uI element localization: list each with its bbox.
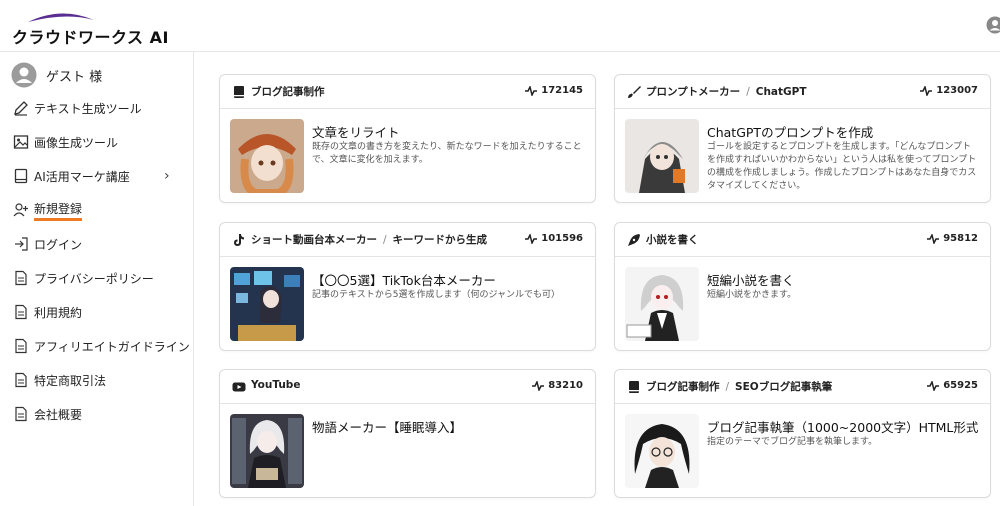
tool-card-short-novel[interactable]: 小説を書く 95812 短編小説を書く 短編小説をかきます。 xyxy=(614,222,991,351)
card-category: 小説を書く xyxy=(646,234,699,246)
sidebar-item-label: プライバシーポリシー xyxy=(34,271,154,286)
document-icon xyxy=(12,303,30,321)
card-title: ブログ記事執筆（1000~2000文字）HTML形式 xyxy=(707,420,979,435)
usage-count: 123007 xyxy=(936,85,978,96)
separator: / xyxy=(383,234,387,246)
card-header: プロンプトメーカー / ChatGPT 123007 xyxy=(615,75,990,109)
card-description: 指定のテーマでブログ記事を執筆します。 xyxy=(707,437,878,447)
book-icon xyxy=(234,86,244,98)
tool-card-chatgpt-prompt[interactable]: プロンプトメーカー / ChatGPT 123007 ChatGPTのプロンプトを作… xyxy=(614,74,991,203)
user-plus-icon xyxy=(12,201,30,219)
card-description: 短編小説をかきます。 xyxy=(707,290,797,300)
card-description: ゴールを設定するとプロンプトを生成します。「どんなプロンプトを作成すればいいかわ… xyxy=(707,142,977,191)
sidebar-item-register[interactable]: 新規登録 xyxy=(0,195,194,225)
usage-count: 95812 xyxy=(943,233,978,244)
sidebar-item-label: テキスト生成ツール xyxy=(34,101,142,116)
usage-count: 172145 xyxy=(541,85,583,96)
sidebar-item-commerce-law[interactable]: 特定商取引法 xyxy=(0,365,194,395)
top-bar: クラウドワークス AI xyxy=(0,0,1000,52)
sidebar-item-label: アフィリエイトガイドライン xyxy=(34,339,190,354)
card-category: ショート動画台本メーカー xyxy=(251,234,377,246)
document-icon xyxy=(12,337,30,355)
pen-icon xyxy=(12,99,30,117)
card-header: YouTube 83210 xyxy=(220,370,595,404)
document-icon xyxy=(12,371,30,389)
card-description: 記事のテキストから5選を作成します（何のジャンルでも可） xyxy=(312,290,561,300)
tool-card-rewrite[interactable]: ブログ記事制作 172145 文章をリライト 既存の文章の書き方を変えたり、新た… xyxy=(219,74,596,203)
separator: / xyxy=(725,381,730,393)
activity-icon xyxy=(525,85,538,96)
card-title: 【〇〇5選】TikTok台本メーカー xyxy=(312,273,496,288)
card-thumbnail xyxy=(625,267,699,341)
tool-card-tiktok-script[interactable]: ショート動画台本メーカー / キーワードから生成 101596 【〇〇5選】TikT… xyxy=(219,222,596,351)
sidebar-item-label: 会社概要 xyxy=(34,407,83,422)
card-header: 小説を書く 95812 xyxy=(615,223,990,257)
tiktok-icon xyxy=(234,234,244,246)
card-thumbnail xyxy=(230,119,304,193)
activity-icon xyxy=(927,233,940,244)
card-description: 既存の文章の書き方を変えたり、新たなワードを加えたりすることで、文章に変化を加え… xyxy=(312,142,582,165)
tool-card-story-maker[interactable]: YouTube 83210 物語メーカー【睡眠導入】 xyxy=(219,369,596,498)
sidebar-item-label: AI活用マーケ講座 xyxy=(34,169,130,184)
card-subcategory: キーワードから生成 xyxy=(392,234,488,246)
logo-text: クラウドワークス AI xyxy=(12,28,169,47)
card-header: ショート動画台本メーカー / キーワードから生成 101596 xyxy=(220,223,595,257)
card-category: プロンプトメーカー xyxy=(646,86,741,98)
login-icon xyxy=(12,235,30,253)
sidebar-item-label: 新規登録 xyxy=(34,200,83,221)
card-subcategory: SEOブログ記事執筆 xyxy=(735,381,833,393)
card-thumbnail xyxy=(230,267,304,341)
pen-nib-icon xyxy=(628,234,640,246)
document-icon xyxy=(12,405,30,423)
card-title: 物語メーカー【睡眠導入】 xyxy=(312,420,463,435)
card-category: YouTube xyxy=(251,379,301,391)
user-avatar-icon xyxy=(11,62,37,88)
activity-icon xyxy=(920,85,933,96)
sidebar-item-image-tool[interactable]: 画像生成ツール xyxy=(0,127,194,157)
sidebar-user-label: ゲスト 様 xyxy=(46,69,103,85)
card-thumbnail xyxy=(625,119,699,193)
sidebar-user[interactable]: ゲスト 様 xyxy=(0,60,194,90)
card-category: ブログ記事制作 xyxy=(646,381,720,393)
card-title: 短編小説を書く xyxy=(707,273,795,288)
tool-card-blog-html[interactable]: ブログ記事制作 / SEOブログ記事執筆 65925 ブログ記事執筆（1000~20… xyxy=(614,369,991,498)
sidebar-item-affiliate[interactable]: アフィリエイトガイドライン xyxy=(0,331,194,361)
activity-icon xyxy=(525,233,538,244)
activity-icon xyxy=(927,380,940,391)
account-icon[interactable] xyxy=(986,16,1000,34)
youtube-icon xyxy=(232,382,246,392)
card-title: 文章をリライト xyxy=(312,125,400,140)
logo-swoosh-icon xyxy=(28,13,94,22)
sidebar-item-login[interactable]: ログイン xyxy=(0,229,194,259)
brush-icon xyxy=(628,86,641,98)
card-header: ブログ記事制作 172145 xyxy=(220,75,595,109)
sidebar-item-text-tool[interactable]: テキスト生成ツール xyxy=(0,93,194,123)
logo[interactable]: クラウドワークス AI xyxy=(12,10,168,47)
book-icon xyxy=(629,381,639,393)
sidebar-item-privacy[interactable]: プライバシーポリシー xyxy=(0,263,194,293)
sidebar: ゲスト 様 テキスト生成ツール 画像生成ツール AI活用マーケ講座 › 新規登録… xyxy=(0,52,194,506)
card-category: ブログ記事制作 xyxy=(251,86,325,98)
sidebar-item-company[interactable]: 会社概要 xyxy=(0,399,194,429)
document-icon xyxy=(12,269,30,287)
sidebar-item-marketing-course[interactable]: AI活用マーケ講座 › xyxy=(0,161,194,191)
activity-icon xyxy=(532,380,545,391)
sidebar-item-label: 利用規約 xyxy=(34,305,83,320)
card-thumbnail xyxy=(625,414,699,488)
card-header: ブログ記事制作 / SEOブログ記事執筆 65925 xyxy=(615,370,990,404)
sidebar-item-label: ログイン xyxy=(34,237,83,252)
sidebar-item-label: 特定商取引法 xyxy=(34,373,107,388)
usage-count: 65925 xyxy=(943,380,978,391)
separator: / xyxy=(746,86,750,98)
card-subcategory: ChatGPT xyxy=(755,86,807,98)
chevron-right-icon[interactable]: › xyxy=(164,168,170,184)
sidebar-item-label: 画像生成ツール xyxy=(34,135,119,150)
usage-count: 101596 xyxy=(541,233,583,244)
card-title: ChatGPTのプロンプトを作成 xyxy=(707,125,874,140)
book-icon xyxy=(12,167,30,185)
card-thumbnail xyxy=(230,414,304,488)
usage-count: 83210 xyxy=(548,380,583,391)
image-icon xyxy=(12,133,30,151)
sidebar-item-terms[interactable]: 利用規約 xyxy=(0,297,194,327)
